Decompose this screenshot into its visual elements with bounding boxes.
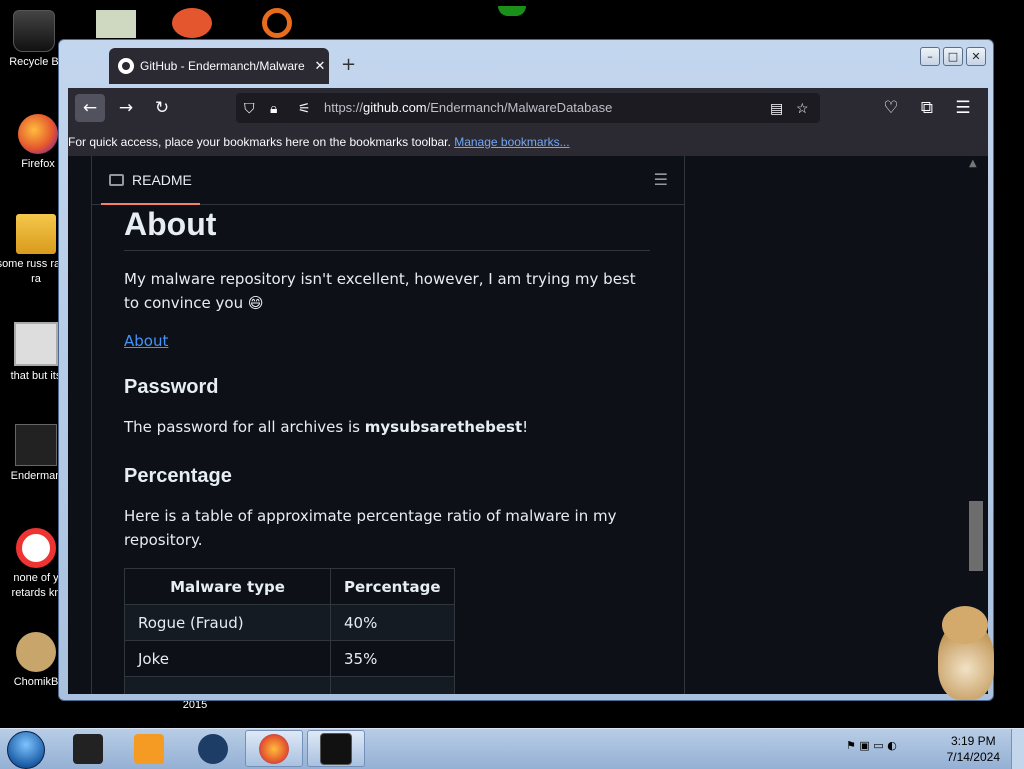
password-value: mysubsarethebest — [364, 418, 523, 436]
reload-button[interactable]: ↻ — [147, 94, 177, 122]
globe-icon — [198, 733, 228, 764]
browser-window: – □ ✕ GitHub - Endermanch/Malware ✕ + ← … — [58, 39, 994, 701]
terminal-icon — [320, 732, 352, 765]
percentage-cell: 40% — [330, 604, 455, 641]
book-icon — [109, 173, 124, 186]
page-content: README ☰ About My malware repository isn… — [68, 156, 988, 694]
manage-bookmarks-link[interactable]: Manage bookmarks... — [454, 135, 569, 149]
about-heading: About — [124, 204, 650, 251]
readme-panel: README ☰ About My malware repository isn… — [91, 156, 685, 694]
hamster-head — [942, 606, 988, 644]
password-paragraph: The password for all archives is mysubsa… — [124, 418, 529, 436]
clock[interactable]: 3:19 PM 7/14/2024 — [947, 733, 1000, 765]
tab-readme[interactable]: README — [101, 156, 200, 205]
readme-body: About My malware repository isn't excell… — [124, 204, 650, 694]
new-tab-button[interactable]: + — [341, 54, 356, 75]
percentage-heading: Percentage — [124, 465, 232, 487]
firefox-icon — [259, 733, 289, 764]
desktop-icon-label: Enderman — [10, 470, 62, 482]
about-link[interactable]: About — [124, 332, 168, 350]
extensions-icon[interactable]: ⧉ — [912, 94, 942, 122]
recycle-bin-icon — [13, 10, 55, 52]
close-window-button[interactable]: ✕ — [966, 47, 986, 66]
hamster-pet[interactable] — [930, 602, 1000, 702]
clock-date: 7/14/2024 — [946, 750, 1000, 764]
bookmarks-hint: For quick access, place your bookmarks h… — [68, 135, 451, 149]
github-icon — [118, 58, 134, 74]
forward-button[interactable]: → — [111, 94, 141, 122]
start-button[interactable] — [7, 731, 45, 769]
tray-display-icon[interactable]: ▭ — [873, 739, 883, 752]
desktop-icon-label: Recycle B — [9, 56, 59, 68]
desktop-icon-label: Firefox — [21, 158, 55, 170]
clock-time: 3:19 PM — [950, 734, 996, 748]
folder-icon — [14, 322, 58, 366]
cube-icon — [73, 733, 103, 764]
percentage-cell: 35% — [330, 640, 455, 677]
back-button[interactable]: ← — [75, 94, 105, 122]
taskbar-app-cube[interactable] — [59, 730, 117, 767]
taskbar-media-player[interactable] — [120, 730, 178, 767]
enderman-icon — [15, 424, 57, 466]
url-text[interactable]: https://github.com/Endermanch/MalwareDat… — [324, 93, 612, 123]
bookmark-star-icon[interactable]: ☆ — [796, 93, 809, 123]
taskbar-firefox[interactable] — [245, 730, 303, 767]
desktop-icon-label: none of y retards kn — [11, 572, 61, 599]
top-indicator — [498, 6, 526, 16]
table-header-row: Malware type Percentage — [124, 568, 455, 605]
help-icon — [262, 8, 292, 38]
browser-tab[interactable]: GitHub - Endermanch/Malware ✕ — [109, 48, 329, 84]
taskbar-globe[interactable] — [184, 730, 242, 767]
table-of-contents-icon[interactable]: ☰ — [654, 170, 668, 189]
password-heading: Password — [124, 376, 219, 398]
column-header: Malware type — [124, 568, 331, 605]
malware-type-cell: Rogue (Fraud) — [124, 604, 331, 641]
top-desktop-icons — [96, 8, 296, 38]
folder-icon — [96, 10, 136, 38]
lock-icon[interactable]: 🔒︎ — [270, 93, 277, 123]
opera-icon — [172, 8, 212, 38]
reader-view-icon[interactable]: ▤ — [770, 93, 783, 123]
tray-network-icon[interactable]: ▣ — [859, 739, 869, 752]
menu-icon[interactable]: ☰ — [948, 94, 978, 122]
permissions-icon[interactable]: ⚟ — [298, 93, 311, 123]
bookmarks-toolbar: For quick access, place your bookmarks h… — [68, 128, 988, 156]
scroll-thumb[interactable] — [969, 501, 983, 571]
table-row — [124, 676, 455, 694]
intro-text: My malware repository isn't excellent, h… — [124, 270, 636, 312]
shield-icon[interactable]: ⛉ — [244, 93, 255, 123]
desktop-icon-label: ChomikB — [13, 676, 59, 688]
nav-toolbar: ← → ↻ ⛉ 🔒︎ ⚟ https://github.com/Enderman… — [68, 88, 988, 128]
minimize-button[interactable]: – — [920, 47, 940, 66]
taskbar: ⚑ ▣ ▭ ◐ 3:19 PM 7/14/2024 — [0, 728, 1024, 769]
tab-title: GitHub - Endermanch/Malware — [140, 59, 305, 73]
readme-header: README ☰ — [92, 156, 684, 205]
column-header: Percentage — [330, 568, 455, 605]
malware-table: Malware type Percentage Rogue (Fraud) 40… — [124, 568, 455, 694]
table-row: Joke 35% — [124, 640, 455, 677]
maximize-button[interactable]: □ — [943, 47, 963, 66]
media-player-icon — [134, 733, 164, 764]
close-tab-icon[interactable]: ✕ — [311, 58, 329, 74]
malware-type-cell: Joke — [124, 640, 331, 677]
tray-flag-icon[interactable]: ⚑ — [846, 739, 856, 752]
readme-tab-label: README — [132, 171, 192, 188]
hamster-icon — [16, 632, 56, 672]
url-bar[interactable]: ⛉ 🔒︎ ⚟ https://github.com/Endermanch/Mal… — [236, 93, 820, 123]
system-tray: ⚑ ▣ ▭ ◐ — [846, 739, 936, 759]
desktop-icon-label: that but its — [10, 370, 62, 382]
pocket-icon[interactable]: ♡ — [876, 94, 906, 122]
table-row: Rogue (Fraud) 40% — [124, 604, 455, 641]
scroll-up-arrow-icon[interactable]: ▲ — [969, 158, 977, 169]
taskbar-terminal[interactable] — [307, 730, 365, 767]
firefox-icon — [18, 114, 58, 154]
show-desktop-button[interactable] — [1011, 729, 1024, 769]
tray-volume-icon[interactable]: ◐ — [887, 739, 897, 752]
opera-icon — [16, 528, 56, 568]
exe-icon — [16, 214, 56, 254]
percentage-text: Here is a table of approximate percentag… — [124, 507, 617, 549]
